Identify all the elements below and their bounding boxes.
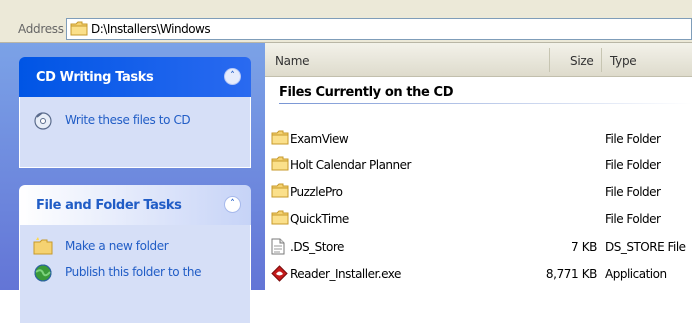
folder-icon xyxy=(70,21,88,39)
file-row[interactable]: ExamView File Folder xyxy=(265,127,692,151)
collapse-chevron-icon[interactable]: ˄ xyxy=(224,196,241,213)
folder-icon xyxy=(271,156,289,174)
address-input[interactable]: D:\Installers\Windows xyxy=(66,18,692,40)
address-label: Address xyxy=(18,22,64,36)
file-type: DS_STORE File xyxy=(605,240,686,254)
group-divider xyxy=(279,103,692,104)
group-heading: Files Currently on the CD xyxy=(279,85,454,100)
file-name: Holt Calendar Planner xyxy=(290,158,411,172)
cd-writing-tasks-header[interactable]: CD Writing Tasks ˄ xyxy=(19,57,251,97)
file-type: File Folder xyxy=(605,158,661,172)
column-header-type[interactable]: Type xyxy=(610,54,637,68)
folder-icon xyxy=(271,210,289,228)
task-publish-folder[interactable]: Publish this folder to the xyxy=(20,261,250,287)
file-size: 7 KB xyxy=(571,240,597,254)
file-row[interactable]: QuickTime File Folder xyxy=(265,207,692,231)
cd-writing-tasks-panel: CD Writing Tasks ˄ Write these files to … xyxy=(19,57,251,168)
file-list-pane: Name Size Type Files Currently on the CD… xyxy=(265,43,692,290)
file-type: File Folder xyxy=(605,185,661,199)
globe-publish-icon xyxy=(33,263,53,286)
file-type: File Folder xyxy=(605,212,661,226)
file-row[interactable]: PuzzlePro File Folder xyxy=(265,180,692,204)
task-make-new-folder-label: Make a new folder xyxy=(65,239,169,253)
file-folder-tasks-panel: File and Folder Tasks ˄ Make a new folde… xyxy=(19,185,251,324)
task-pane: CD Writing Tasks ˄ Write these files to … xyxy=(0,43,265,324)
task-make-new-folder[interactable]: Make a new folder xyxy=(20,235,250,261)
file-name: QuickTime xyxy=(290,212,349,226)
folder-icon xyxy=(271,183,289,201)
column-header-name[interactable]: Name xyxy=(275,54,310,68)
file-name: .DS_Store xyxy=(290,240,344,254)
installer-icon xyxy=(271,265,288,285)
file-folder-tasks-header[interactable]: File and Folder Tasks ˄ xyxy=(19,185,251,225)
file-name: Reader_Installer.exe xyxy=(290,267,401,281)
collapse-chevron-icon[interactable]: ˄ xyxy=(224,68,241,85)
address-bar: Address D:\Installers\Windows xyxy=(0,0,692,43)
file-row[interactable]: Holt Calendar Planner File Folder xyxy=(265,153,692,177)
file-type: File Folder xyxy=(605,132,661,146)
column-header-size[interactable]: Size xyxy=(570,54,594,68)
file-folder-tasks-body: Make a new folder Publish this folder to… xyxy=(19,225,251,324)
task-write-files-to-cd[interactable]: Write these files to CD xyxy=(20,109,250,135)
file-size: 8,771 KB xyxy=(545,267,597,281)
folder-icon xyxy=(271,130,289,148)
cd-writing-tasks-body: Write these files to CD xyxy=(19,97,251,168)
task-write-files-label: Write these files to CD xyxy=(65,113,191,127)
file-row[interactable]: .DS_Store 7 KB DS_STORE File xyxy=(265,235,692,259)
cd-writing-tasks-title: CD Writing Tasks xyxy=(36,70,154,85)
file-name: ExamView xyxy=(290,132,349,146)
address-path: D:\Installers\Windows xyxy=(91,22,211,36)
column-divider[interactable] xyxy=(601,48,602,72)
new-folder-icon xyxy=(33,237,53,258)
file-icon xyxy=(271,238,285,258)
column-headers: Name Size Type xyxy=(265,43,692,77)
file-row[interactable]: Reader_Installer.exe 8,771 KB Applicatio… xyxy=(265,262,692,286)
file-name: PuzzlePro xyxy=(290,185,343,199)
column-divider[interactable] xyxy=(549,48,550,72)
file-folder-tasks-title: File and Folder Tasks xyxy=(36,198,182,213)
file-type: Application xyxy=(605,267,667,281)
cd-write-icon xyxy=(33,111,53,134)
task-publish-folder-label: Publish this folder to the xyxy=(65,265,202,279)
